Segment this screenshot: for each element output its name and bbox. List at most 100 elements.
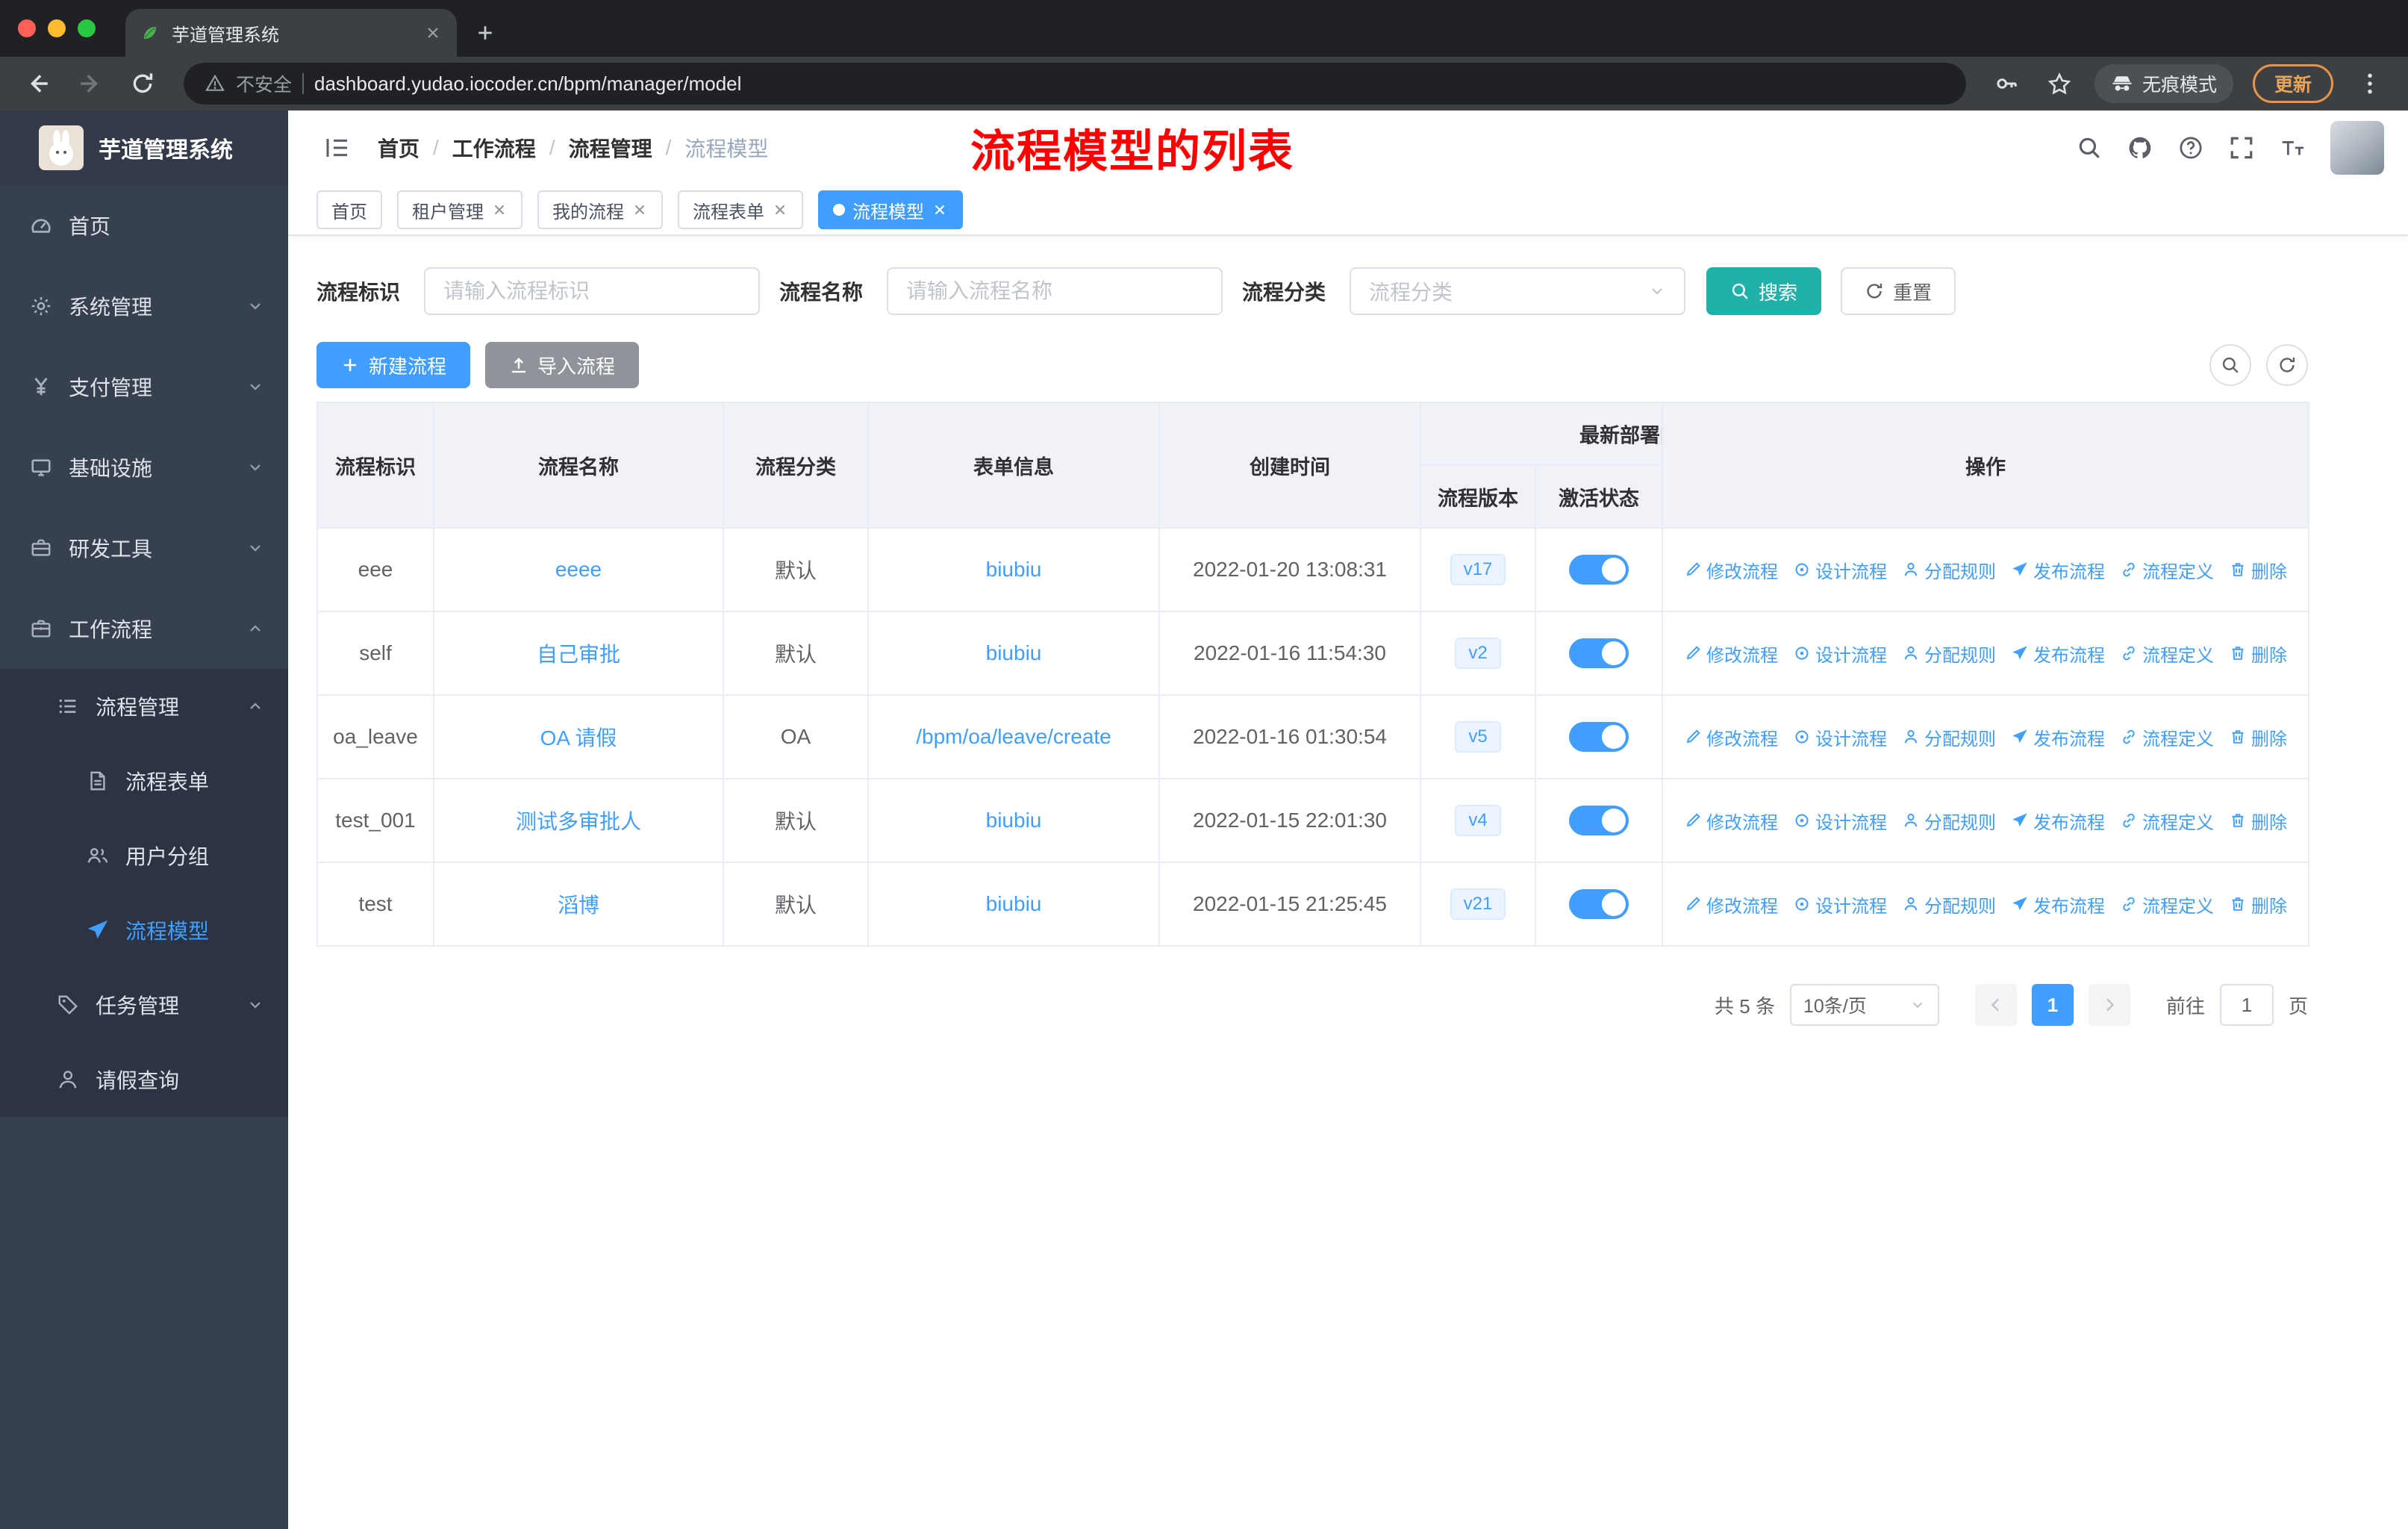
row-action-link[interactable]: 设计流程: [1793, 808, 1887, 834]
row-action-link[interactable]: 流程定义: [2120, 891, 2214, 918]
row-action-link[interactable]: 删除: [2229, 891, 2287, 918]
window-zoom-button[interactable]: [78, 19, 96, 37]
form-info-link[interactable]: /bpm/oa/leave/create: [916, 725, 1111, 748]
process-name-link[interactable]: 自己审批: [537, 643, 620, 666]
process-name-input[interactable]: [887, 267, 1223, 315]
close-icon[interactable]: [491, 202, 508, 218]
window-minimize-button[interactable]: [48, 19, 66, 37]
sidebar-item-workflow[interactable]: 工作流程: [0, 588, 288, 669]
row-action-link[interactable]: 分配规则: [1902, 724, 1996, 750]
row-action-link[interactable]: 流程定义: [2120, 808, 2214, 834]
sidebar-item-process-model[interactable]: 流程模型: [0, 893, 288, 968]
row-action-link[interactable]: 分配规则: [1902, 808, 1996, 834]
row-action-link[interactable]: 流程定义: [2120, 641, 2214, 667]
sidebar-item-dev-tools[interactable]: 研发工具: [0, 508, 288, 588]
row-action-link[interactable]: 分配规则: [1902, 891, 1996, 918]
row-action-link[interactable]: 发布流程: [2011, 724, 2105, 750]
bookmark-star-icon[interactable]: [2047, 71, 2072, 96]
breadcrumb-item[interactable]: 工作流程: [452, 133, 536, 163]
sidebar-item-payment-mgmt[interactable]: 支付管理: [0, 346, 288, 427]
row-action-link[interactable]: 修改流程: [1684, 641, 1778, 667]
row-action-link[interactable]: 流程定义: [2120, 557, 2214, 583]
github-icon[interactable]: [2127, 135, 2153, 161]
reset-button[interactable]: 重置: [1841, 267, 1956, 315]
close-icon[interactable]: [772, 202, 788, 218]
search-button[interactable]: 搜索: [1706, 267, 1822, 315]
process-id-input[interactable]: [424, 267, 761, 315]
sidebar-item-user-group[interactable]: 用户分组: [0, 818, 288, 893]
browser-tab[interactable]: 芋道管理系统: [125, 9, 457, 57]
row-action-link[interactable]: 分配规则: [1902, 641, 1996, 667]
show-search-button[interactable]: [2209, 344, 2251, 386]
sidebar-item-system-mgmt[interactable]: 系统管理: [0, 266, 288, 346]
process-name-link[interactable]: 测试多审批人: [516, 810, 641, 833]
active-toggle[interactable]: [1569, 638, 1629, 668]
breadcrumb-item[interactable]: 首页: [378, 133, 419, 163]
process-category-select[interactable]: 流程分类: [1350, 267, 1686, 315]
form-info-link[interactable]: biubiu: [986, 809, 1042, 832]
row-action-link[interactable]: 修改流程: [1684, 891, 1778, 918]
row-action-link[interactable]: 修改流程: [1684, 808, 1778, 834]
row-action-link[interactable]: 设计流程: [1793, 641, 1887, 667]
forward-button[interactable]: [78, 71, 103, 96]
browser-menu-icon[interactable]: [2357, 71, 2383, 96]
sidebar-toggle-button[interactable]: [324, 134, 351, 161]
sidebar-item-infrastructure[interactable]: 基础设施: [0, 427, 288, 508]
refresh-table-button[interactable]: [2266, 344, 2308, 386]
row-action-link[interactable]: 分配规则: [1902, 557, 1996, 583]
page-size-select[interactable]: 10条/页: [1789, 984, 1939, 1026]
search-icon[interactable]: [2077, 135, 2102, 161]
tag-view[interactable]: 流程模型: [818, 190, 963, 229]
sidebar-item-leave-query[interactable]: 请假查询: [0, 1042, 288, 1117]
breadcrumb-item[interactable]: 流程管理: [569, 133, 652, 163]
sidebar-item-process-form[interactable]: 流程表单: [0, 744, 288, 818]
active-toggle[interactable]: [1569, 806, 1629, 835]
row-action-link[interactable]: 删除: [2229, 808, 2287, 834]
row-action-link[interactable]: 修改流程: [1684, 724, 1778, 750]
row-action-link[interactable]: 发布流程: [2011, 557, 2105, 583]
active-toggle[interactable]: [1569, 889, 1629, 919]
row-action-link[interactable]: 设计流程: [1793, 724, 1887, 750]
tab-close-icon[interactable]: [424, 24, 442, 42]
sidebar-item-process-mgmt[interactable]: 流程管理: [0, 669, 288, 744]
tag-view[interactable]: 我的流程: [537, 190, 663, 229]
row-action-link[interactable]: 删除: [2229, 557, 2287, 583]
avatar[interactable]: [2330, 121, 2384, 175]
window-close-button[interactable]: [18, 19, 36, 37]
row-action-link[interactable]: 发布流程: [2011, 808, 2105, 834]
help-icon[interactable]: [2178, 135, 2203, 161]
row-action-link[interactable]: 设计流程: [1793, 557, 1887, 583]
update-button[interactable]: 更新: [2252, 64, 2333, 103]
row-action-link[interactable]: 设计流程: [1793, 891, 1887, 918]
process-name-link[interactable]: eeee: [555, 558, 602, 581]
address-bar[interactable]: 不安全 dashboard.yudao.iocoder.cn/bpm/manag…: [184, 63, 1966, 105]
row-action-link[interactable]: 删除: [2229, 724, 2287, 750]
row-action-link[interactable]: 发布流程: [2011, 891, 2105, 918]
row-action-link[interactable]: 流程定义: [2120, 724, 2214, 750]
sidebar-item-home[interactable]: 首页: [0, 185, 288, 266]
reload-button[interactable]: [130, 71, 155, 96]
process-name-link[interactable]: OA 请假: [540, 726, 617, 750]
tag-view[interactable]: 租户管理: [397, 190, 523, 229]
close-icon[interactable]: [932, 202, 948, 218]
logo[interactable]: 芋道管理系统: [0, 110, 288, 185]
row-action-link[interactable]: 发布流程: [2011, 641, 2105, 667]
active-toggle[interactable]: [1569, 555, 1629, 585]
back-button[interactable]: [25, 71, 51, 96]
create-process-button[interactable]: 新建流程: [316, 342, 471, 388]
page-number-current[interactable]: 1: [2031, 984, 2074, 1026]
sidebar-item-task-mgmt[interactable]: 任务管理: [0, 968, 288, 1042]
new-tab-button[interactable]: [475, 22, 496, 43]
row-action-link[interactable]: 修改流程: [1684, 557, 1778, 583]
font-size-icon[interactable]: [2280, 135, 2305, 161]
password-key-icon[interactable]: [1994, 71, 2020, 96]
goto-page-input[interactable]: [2219, 984, 2274, 1026]
prev-page-button[interactable]: [1974, 984, 2017, 1026]
form-info-link[interactable]: biubiu: [986, 558, 1042, 581]
process-name-link[interactable]: 滔博: [558, 894, 599, 917]
close-icon[interactable]: [631, 202, 648, 218]
form-info-link[interactable]: biubiu: [986, 892, 1042, 915]
fullscreen-icon[interactable]: [2229, 135, 2254, 161]
tag-view[interactable]: 流程表单: [678, 190, 803, 229]
form-info-link[interactable]: biubiu: [986, 641, 1042, 664]
